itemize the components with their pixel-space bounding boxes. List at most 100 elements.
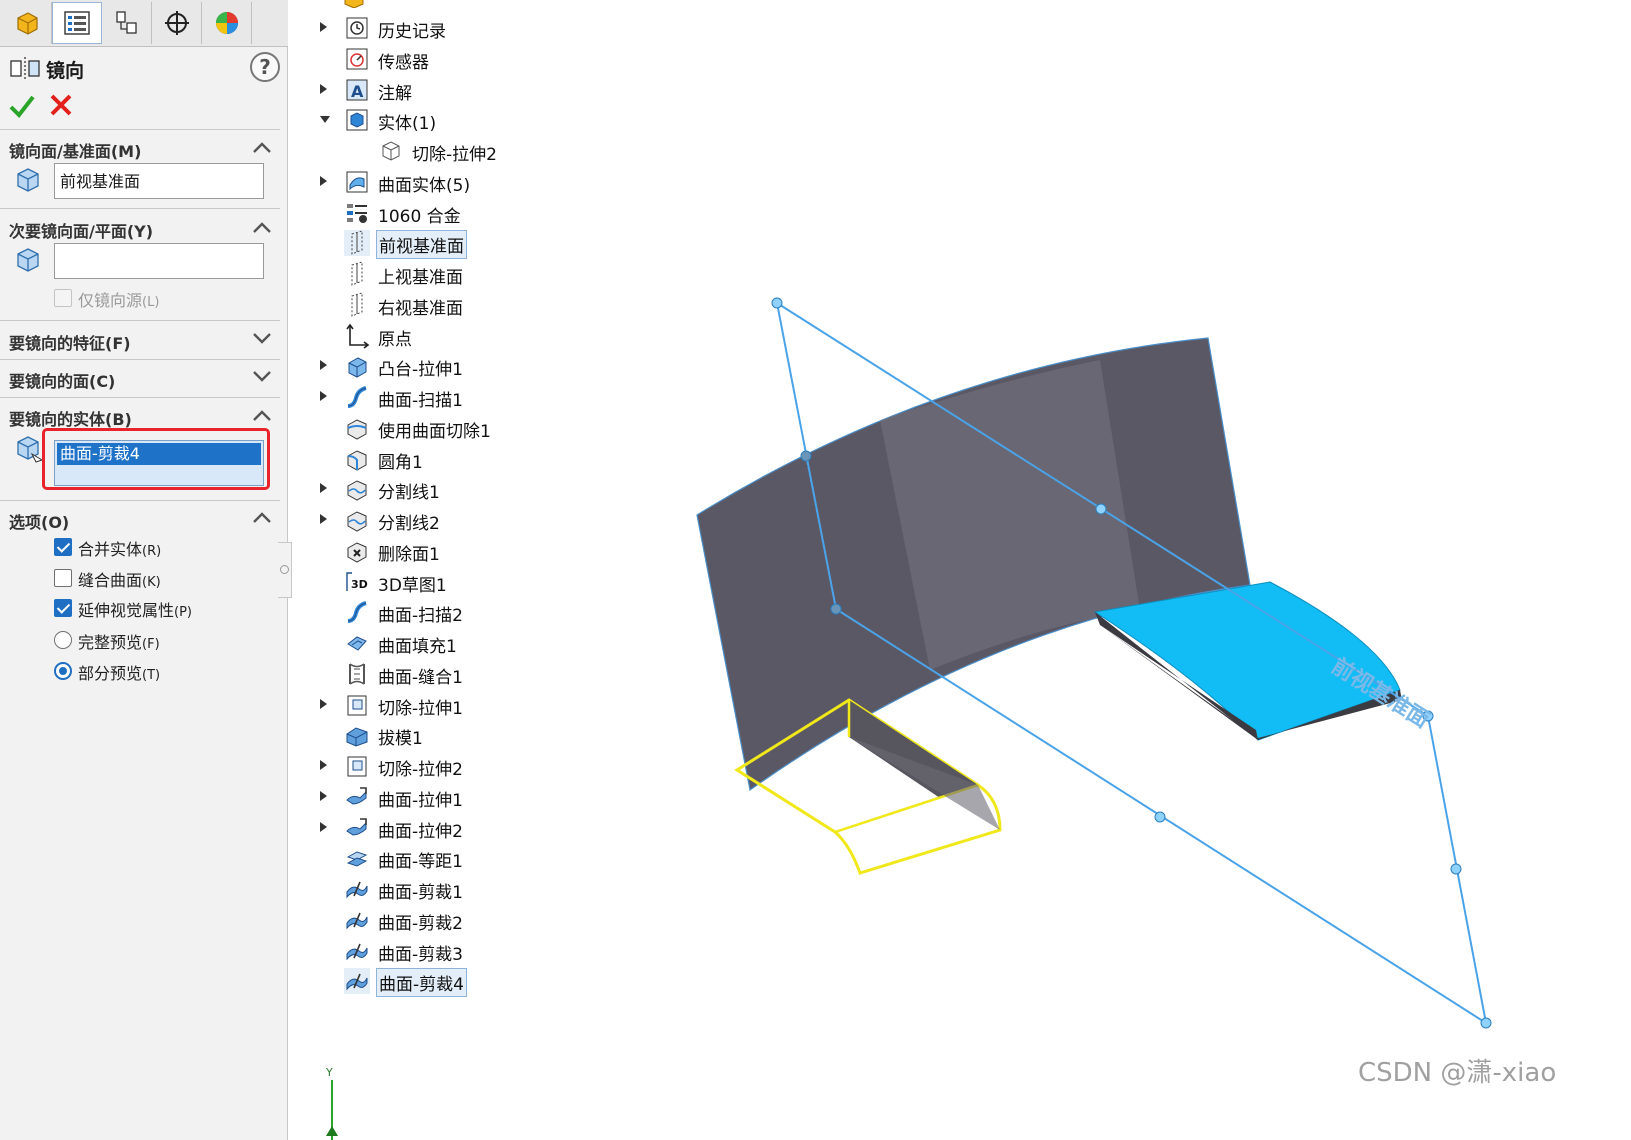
expand-arrow-icon[interactable] (320, 83, 327, 94)
annotation-icon: A (346, 79, 368, 101)
expand-arrow-icon[interactable] (320, 698, 327, 709)
tree-node[interactable]: 历史记录 (300, 14, 660, 42)
expand-arrow-icon[interactable] (320, 790, 327, 801)
surface-knit-icon (349, 663, 365, 685)
tree-node[interactable]: 曲面-等距1 (300, 844, 660, 872)
tree-node[interactable]: 凸台-拉伸1 (300, 352, 660, 380)
tree-node[interactable]: 曲面实体(5) (300, 168, 660, 196)
tree-node-label: 3D草图1 (378, 575, 447, 596)
chevron-down-icon[interactable] (252, 369, 272, 383)
chevron-up-icon[interactable] (252, 510, 272, 524)
tree-node[interactable]: 原点 (300, 322, 660, 350)
tab-feature-manager[interactable] (2, 2, 52, 44)
plane-handle[interactable] (1450, 863, 1462, 875)
surface-trim-icon (346, 943, 368, 960)
tree-node-label: 曲面实体(5) (378, 175, 471, 196)
plane-handle[interactable] (1095, 503, 1107, 515)
cancel-x-icon[interactable] (48, 92, 74, 118)
tree-node[interactable]: 传感器 (300, 45, 660, 73)
expand-arrow-icon[interactable] (320, 22, 327, 32)
secondary-mirror-heading[interactable]: 次要镜向面/平面(Y) (9, 218, 153, 242)
tree-node-label: 拔模1 (378, 729, 423, 750)
chevron-up-icon[interactable] (252, 220, 272, 234)
expand-arrow-icon[interactable] (320, 760, 327, 770)
plane-handle[interactable] (1480, 1017, 1492, 1029)
tree-node[interactable]: 切除-拉伸2 (300, 137, 660, 165)
tree-node[interactable]: 1060 合金 (300, 199, 660, 227)
expand-arrow-icon[interactable] (320, 483, 327, 494)
plane-selection-icon (17, 248, 39, 272)
mirror-feature-icon (10, 57, 40, 79)
chevron-up-icon[interactable] (252, 408, 272, 422)
tree-node[interactable]: 删除面1 (300, 537, 660, 565)
tree-node[interactable]: 曲面-缝合1 (300, 660, 660, 688)
tree-node[interactable]: 切除-拉伸1 (300, 691, 660, 719)
plane-handle[interactable] (830, 603, 842, 615)
merge-solids-checkbox[interactable] (54, 538, 72, 556)
expand-arrow-icon[interactable] (320, 175, 327, 186)
knit-surfaces-checkbox[interactable] (54, 569, 72, 587)
sketch-3d-icon: 3D (346, 571, 368, 591)
tab-display-manager[interactable] (202, 2, 252, 44)
tree-node-label: 圆角1 (378, 452, 423, 473)
tree-node[interactable]: 上视基准面 (300, 260, 660, 288)
tree-node[interactable]: 曲面-剪裁4 (300, 967, 660, 998)
tree-node[interactable]: 曲面-拉伸2 (300, 814, 660, 842)
help-button[interactable]: ? (250, 52, 280, 82)
features-to-mirror-heading[interactable]: 要镜向的特征(F) (9, 330, 131, 354)
faces-to-mirror-heading[interactable]: 要镜向的面(C) (9, 368, 115, 392)
tree-node[interactable]: 曲面-拉伸1 (300, 783, 660, 811)
plane-handle[interactable] (1154, 811, 1166, 823)
tree-node[interactable]: 曲面-扫描1 (300, 383, 660, 411)
tree-node[interactable]: 曲面填充1 (300, 629, 660, 657)
graphics-viewport[interactable]: 前视基准面 (660, 280, 1631, 1140)
expand-arrow-icon[interactable] (320, 360, 327, 371)
tree-node[interactable]: 切除-拉伸2 (300, 752, 660, 780)
options-heading[interactable]: 选项(O) (9, 509, 69, 533)
expand-arrow-icon[interactable] (320, 514, 327, 524)
tree-node[interactable]: 3D 3D草图1 (300, 568, 660, 596)
tree-node-label: 删除面1 (378, 544, 440, 565)
expand-arrow-icon[interactable] (320, 821, 327, 832)
tree-node[interactable]: 曲面-剪裁2 (300, 906, 660, 934)
mirror-face-field[interactable]: 前视基准面 (54, 163, 264, 199)
chevron-up-icon[interactable] (252, 140, 272, 154)
highlighted-tab-body[interactable] (1093, 581, 1401, 741)
full-preview-radio[interactable] (54, 631, 72, 649)
ok-check-icon[interactable] (8, 92, 36, 120)
tree-node-label: 凸台-拉伸1 (378, 360, 463, 381)
tree-node[interactable]: 实体(1) (300, 106, 660, 134)
tree-node-label: 分割线1 (378, 483, 440, 504)
tree-node[interactable]: 曲面-剪裁1 (300, 875, 660, 903)
tree-node[interactable]: 分割线2 (300, 506, 660, 534)
tree-node[interactable]: 圆角1 (300, 445, 660, 473)
collapse-arrow-icon[interactable] (320, 116, 330, 124)
bodies-to-mirror-heading[interactable]: 要镜向的实体(B) (9, 406, 132, 430)
manager-tab-bar (0, 0, 288, 47)
chevron-down-icon[interactable] (252, 331, 272, 345)
plane-handle[interactable] (800, 450, 812, 462)
tree-node-label: 曲面-剪裁4 (376, 968, 467, 998)
propagate-visual-checkbox[interactable] (54, 599, 72, 617)
tree-node[interactable]: 使用曲面切除1 (300, 414, 660, 442)
material-icon (347, 203, 367, 223)
tree-node[interactable]: 曲面-剪裁3 (300, 937, 660, 965)
tree-node[interactable]: 拔模1 (300, 721, 660, 749)
tree-node[interactable]: 前视基准面 (300, 229, 660, 260)
tab-configuration-manager[interactable] (102, 2, 152, 44)
secondary-mirror-field[interactable] (54, 243, 264, 279)
panel-resize-handle[interactable] (278, 542, 292, 598)
tab-dimxpert-manager[interactable] (152, 2, 202, 44)
tree-node[interactable]: 分割线1 (300, 475, 660, 503)
mirror-face-heading[interactable]: 镜向面/基准面(M) (9, 138, 141, 162)
feature-tree: 历史记录传感器 A 注解 实体(1) 切除-拉伸2 曲面实体(5) 1060 合金 前视基准面… (300, 0, 660, 1010)
tree-node-label: 1060 合金 (378, 206, 461, 227)
tree-node[interactable]: A 注解 (300, 76, 660, 104)
plane-handle[interactable] (771, 297, 783, 309)
tree-node[interactable]: 曲面-扫描2 (300, 598, 660, 626)
tab-property-manager[interactable] (52, 2, 102, 44)
expand-arrow-icon[interactable] (320, 391, 327, 401)
split-line-icon (347, 511, 367, 532)
partial-preview-radio[interactable] (54, 662, 72, 680)
tree-node[interactable]: 右视基准面 (300, 291, 660, 319)
